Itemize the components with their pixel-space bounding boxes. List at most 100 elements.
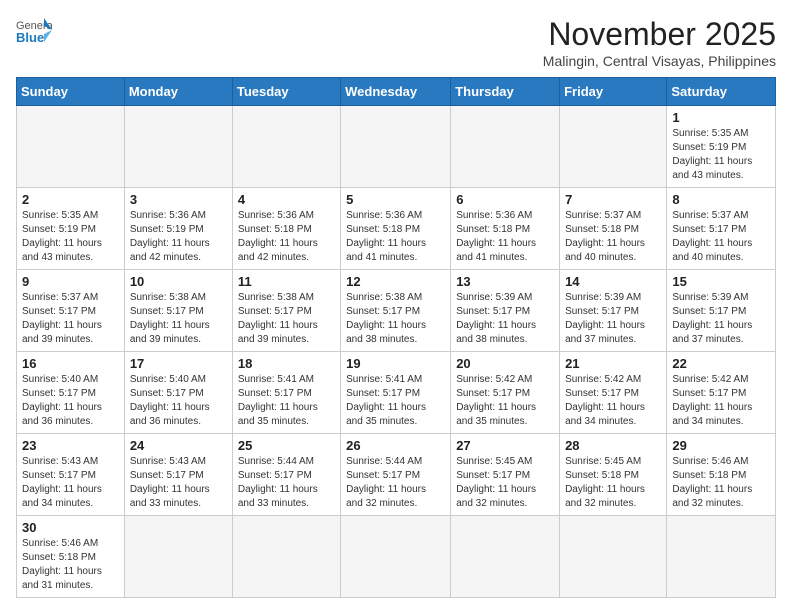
day-number: 20 (456, 356, 554, 371)
calendar-day-cell (341, 516, 451, 598)
calendar-day-cell: 12Sunrise: 5:38 AM Sunset: 5:17 PM Dayli… (341, 270, 451, 352)
day-info: Sunrise: 5:35 AM Sunset: 5:19 PM Dayligh… (22, 209, 119, 265)
calendar-day-cell (560, 106, 667, 188)
day-number: 22 (672, 356, 770, 371)
day-number: 30 (22, 520, 119, 535)
calendar-day-cell (232, 106, 340, 188)
day-number: 28 (565, 438, 661, 453)
calendar-day-cell (17, 106, 125, 188)
calendar-day-cell: 29 Sunrise: 5:46 AM Sunset: 5:18 PM Dayli… (667, 434, 776, 516)
day-info: Sunrise: 5:45 AM Sunset: 5:18 PM Dayligh… (565, 455, 661, 511)
day-number: 7 (565, 192, 661, 207)
day-number: 14 (565, 274, 661, 289)
month-title: November 2025 (543, 16, 776, 53)
calendar-day-cell: 6 Sunrise: 5:36 AM Sunset: 5:18 PM Daylig… (451, 188, 560, 270)
weekday-header-saturday: Saturday (667, 78, 776, 106)
day-info: Sunrise: 5:38 AM Sunset: 5:17 PM Dayligh… (238, 291, 335, 347)
day-number: 18 (238, 356, 335, 371)
calendar-day-cell (560, 516, 667, 598)
location-title: Malingin, Central Visayas, Philippines (543, 53, 776, 69)
day-number: 11 (238, 274, 335, 289)
day-number: 10 (130, 274, 227, 289)
day-number: 1 (672, 110, 770, 125)
calendar-day-cell (667, 516, 776, 598)
calendar-day-cell: 23 Sunrise: 5:43 AM Sunset: 5:17 PM Dayli… (17, 434, 125, 516)
day-number: 16 (22, 356, 119, 371)
calendar-day-cell (124, 516, 232, 598)
calendar-table: SundayMondayTuesdayWednesdayThursdayFrid… (16, 77, 776, 598)
day-info: Sunrise: 5:44 AM Sunset: 5:17 PM Dayligh… (238, 455, 335, 511)
calendar-week-row: 16 Sunrise: 5:40 AM Sunset: 5:17 PM Dayli… (17, 352, 776, 434)
day-info: Sunrise: 5:42 AM Sunset: 5:17 PM Dayligh… (672, 373, 770, 429)
logo: General Blue (16, 16, 52, 44)
day-number: 15 (672, 274, 770, 289)
weekday-header-thursday: Thursday (451, 78, 560, 106)
svg-text:Blue: Blue (16, 30, 44, 44)
weekday-header-monday: Monday (124, 78, 232, 106)
day-info: Sunrise: 5:36 AM Sunset: 5:19 PM Dayligh… (130, 209, 227, 265)
calendar-week-row: 9Sunrise: 5:37 AM Sunset: 5:17 PM Daylig… (17, 270, 776, 352)
calendar-day-cell: 7 Sunrise: 5:37 AM Sunset: 5:18 PM Daylig… (560, 188, 667, 270)
day-info: Sunrise: 5:39 AM Sunset: 5:17 PM Dayligh… (565, 291, 661, 347)
calendar-day-cell: 8Sunrise: 5:37 AM Sunset: 5:17 PM Daylig… (667, 188, 776, 270)
calendar-day-cell: 30Sunrise: 5:46 AM Sunset: 5:18 PM Dayli… (17, 516, 125, 598)
day-info: Sunrise: 5:44 AM Sunset: 5:17 PM Dayligh… (346, 455, 445, 511)
day-info: Sunrise: 5:37 AM Sunset: 5:17 PM Dayligh… (22, 291, 119, 347)
day-info: Sunrise: 5:40 AM Sunset: 5:17 PM Dayligh… (130, 373, 227, 429)
title-area: November 2025 Malingin, Central Visayas,… (543, 16, 776, 69)
day-number: 5 (346, 192, 445, 207)
day-info: Sunrise: 5:37 AM Sunset: 5:18 PM Dayligh… (565, 209, 661, 265)
calendar-day-cell (341, 106, 451, 188)
day-number: 4 (238, 192, 335, 207)
calendar-day-cell (451, 516, 560, 598)
day-number: 19 (346, 356, 445, 371)
calendar-day-cell: 19 Sunrise: 5:41 AM Sunset: 5:17 PM Dayli… (341, 352, 451, 434)
day-info: Sunrise: 5:38 AM Sunset: 5:17 PM Dayligh… (130, 291, 227, 347)
day-number: 29 (672, 438, 770, 453)
calendar-day-cell: 21 Sunrise: 5:42 AM Sunset: 5:17 PM Dayli… (560, 352, 667, 434)
day-info: Sunrise: 5:46 AM Sunset: 5:18 PM Dayligh… (672, 455, 770, 511)
day-number: 2 (22, 192, 119, 207)
day-number: 24 (130, 438, 227, 453)
logo-icon: General Blue (16, 16, 52, 44)
day-number: 8 (672, 192, 770, 207)
calendar-day-cell: 17 Sunrise: 5:40 AM Sunset: 5:17 PM Dayli… (124, 352, 232, 434)
calendar-day-cell (451, 106, 560, 188)
day-number: 6 (456, 192, 554, 207)
day-number: 23 (22, 438, 119, 453)
calendar-day-cell: 11 Sunrise: 5:38 AM Sunset: 5:17 PM Dayli… (232, 270, 340, 352)
day-info: Sunrise: 5:39 AM Sunset: 5:17 PM Dayligh… (456, 291, 554, 347)
day-info: Sunrise: 5:43 AM Sunset: 5:17 PM Dayligh… (130, 455, 227, 511)
calendar-day-cell: 5Sunrise: 5:36 AM Sunset: 5:18 PM Daylig… (341, 188, 451, 270)
calendar-day-cell (232, 516, 340, 598)
day-number: 3 (130, 192, 227, 207)
calendar-day-cell: 20Sunrise: 5:42 AM Sunset: 5:17 PM Dayli… (451, 352, 560, 434)
day-number: 27 (456, 438, 554, 453)
day-number: 12 (346, 274, 445, 289)
calendar-day-cell: 1 Sunrise: 5:35 AM Sunset: 5:19 PM Daylig… (667, 106, 776, 188)
day-info: Sunrise: 5:42 AM Sunset: 5:17 PM Dayligh… (565, 373, 661, 429)
calendar-day-cell: 24 Sunrise: 5:43 AM Sunset: 5:17 PM Dayli… (124, 434, 232, 516)
calendar-day-cell: 13Sunrise: 5:39 AM Sunset: 5:17 PM Dayli… (451, 270, 560, 352)
day-number: 21 (565, 356, 661, 371)
calendar-day-cell: 15 Sunrise: 5:39 AM Sunset: 5:17 PM Dayli… (667, 270, 776, 352)
day-info: Sunrise: 5:41 AM Sunset: 5:17 PM Dayligh… (238, 373, 335, 429)
calendar-day-cell: 22 Sunrise: 5:42 AM Sunset: 5:17 PM Dayli… (667, 352, 776, 434)
day-info: Sunrise: 5:36 AM Sunset: 5:18 PM Dayligh… (456, 209, 554, 265)
day-info: Sunrise: 5:43 AM Sunset: 5:17 PM Dayligh… (22, 455, 119, 511)
weekday-header-wednesday: Wednesday (341, 78, 451, 106)
calendar-day-cell: 27Sunrise: 5:45 AM Sunset: 5:17 PM Dayli… (451, 434, 560, 516)
calendar-day-cell: 2 Sunrise: 5:35 AM Sunset: 5:19 PM Daylig… (17, 188, 125, 270)
calendar-day-cell (124, 106, 232, 188)
weekday-header-sunday: Sunday (17, 78, 125, 106)
day-number: 17 (130, 356, 227, 371)
calendar-week-row: 2 Sunrise: 5:35 AM Sunset: 5:19 PM Daylig… (17, 188, 776, 270)
day-info: Sunrise: 5:39 AM Sunset: 5:17 PM Dayligh… (672, 291, 770, 347)
day-info: Sunrise: 5:35 AM Sunset: 5:19 PM Dayligh… (672, 127, 770, 183)
calendar-day-cell: 26Sunrise: 5:44 AM Sunset: 5:17 PM Dayli… (341, 434, 451, 516)
calendar-day-cell: 4Sunrise: 5:36 AM Sunset: 5:18 PM Daylig… (232, 188, 340, 270)
calendar-day-cell: 14 Sunrise: 5:39 AM Sunset: 5:17 PM Dayli… (560, 270, 667, 352)
calendar-day-cell: 16 Sunrise: 5:40 AM Sunset: 5:17 PM Dayli… (17, 352, 125, 434)
day-info: Sunrise: 5:40 AM Sunset: 5:17 PM Dayligh… (22, 373, 119, 429)
day-info: Sunrise: 5:41 AM Sunset: 5:17 PM Dayligh… (346, 373, 445, 429)
